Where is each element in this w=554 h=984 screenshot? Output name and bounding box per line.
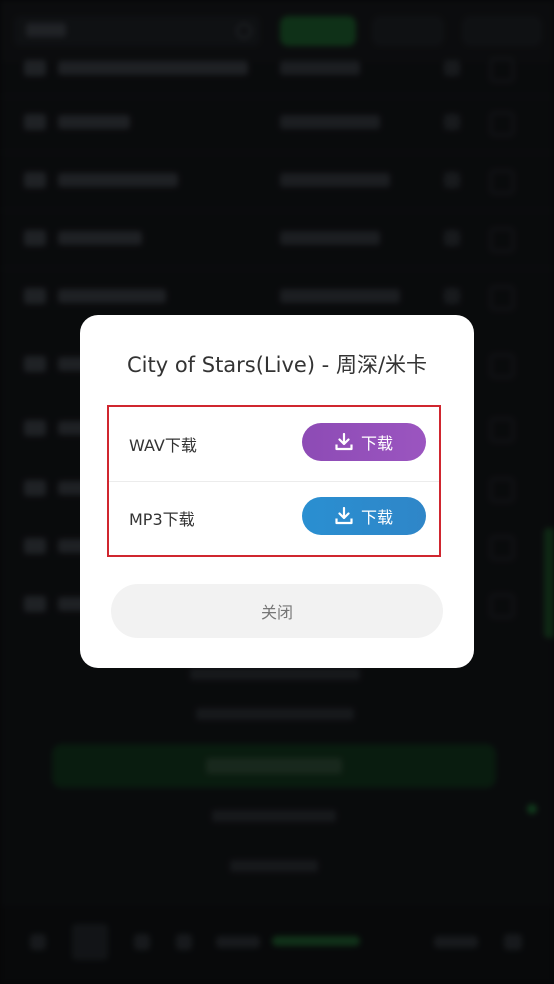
dialog-title: City of Stars(Live) - 周深/米卡 — [126, 353, 428, 377]
download-option-wav: WAV下载 下载 — [109, 407, 439, 482]
download-wav-button-label: 下载 — [360, 434, 393, 453]
download-mp3-button[interactable]: 下载 — [302, 497, 426, 535]
download-option-mp3: MP3下载 下载 — [109, 481, 439, 555]
option-label-mp3: MP3下载 — [129, 510, 195, 529]
close-button[interactable]: 关闭 — [111, 584, 443, 638]
download-wav-button[interactable]: 下载 — [302, 423, 426, 461]
download-dialog: City of Stars(Live) - 周深/米卡 WAV下载 下载 MP3… — [80, 315, 474, 668]
download-icon — [335, 433, 353, 451]
option-label-wav: WAV下载 — [129, 436, 197, 455]
download-options-highlight: WAV下载 下载 MP3下载 下载 — [107, 405, 441, 557]
download-mp3-button-label: 下载 — [360, 508, 393, 527]
download-icon — [335, 507, 353, 525]
